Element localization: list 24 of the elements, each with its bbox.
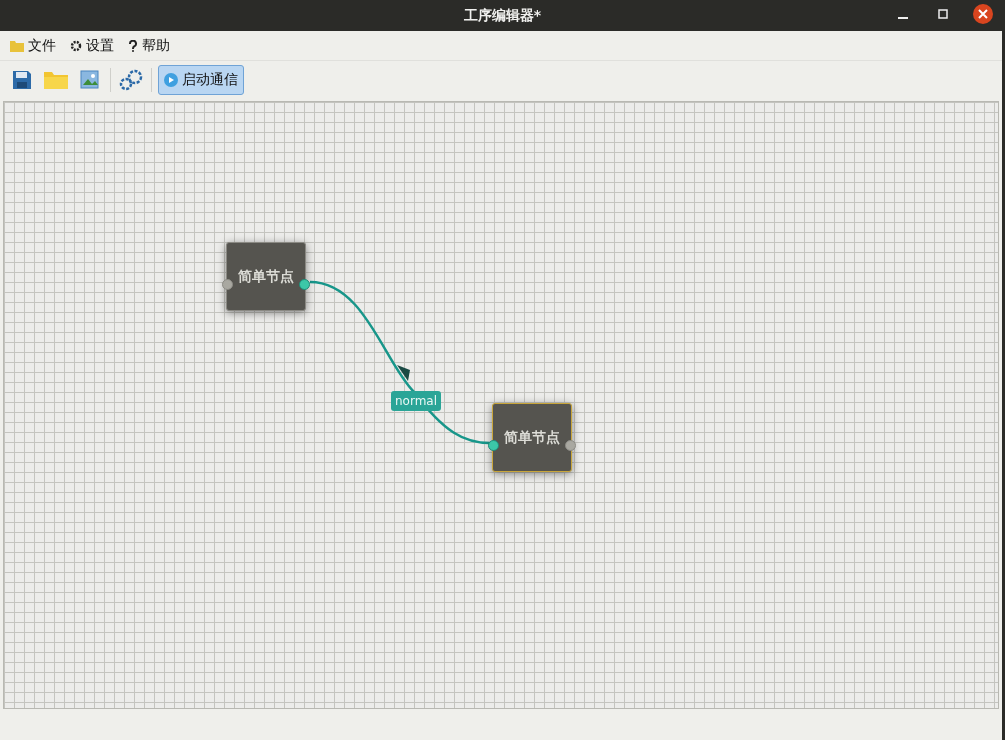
input-port[interactable] — [222, 279, 233, 290]
input-port[interactable] — [488, 440, 499, 451]
folder-icon — [10, 39, 24, 52]
close-icon — [978, 9, 988, 19]
help-icon — [128, 39, 138, 52]
edge-label: normal — [391, 391, 442, 411]
gears-icon — [118, 67, 144, 92]
output-port[interactable] — [565, 440, 576, 451]
menu-item[interactable]: 设置 — [70, 36, 114, 55]
close-button[interactable] — [973, 4, 993, 24]
menu-item[interactable]: 文件 — [10, 36, 56, 55]
start-communication-button[interactable]: 启动通信 — [158, 64, 244, 95]
settings-icon — [70, 39, 82, 52]
play-icon — [164, 72, 178, 87]
folder-icon — [43, 69, 69, 90]
output-port[interactable] — [299, 279, 310, 290]
maximize-icon — [938, 9, 948, 19]
minimize-icon — [898, 17, 908, 19]
image-icon — [80, 69, 100, 90]
menu-item[interactable]: 帮助 — [128, 36, 170, 55]
grid-canvas[interactable]: normal 简单节点 简单节点 — [3, 101, 999, 709]
node-title: 简单节点 — [238, 267, 294, 286]
window-title: 工序编辑器* — [463, 6, 542, 25]
node-title: 简单节点 — [504, 428, 560, 447]
